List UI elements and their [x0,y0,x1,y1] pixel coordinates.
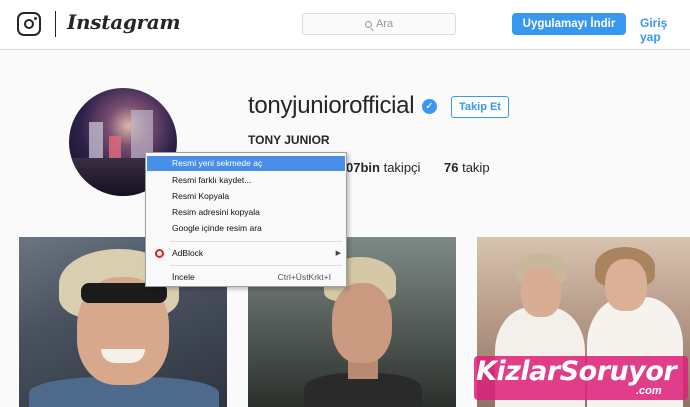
watermark-part: Kizlar [476,356,560,387]
login-link[interactable]: Giriş yap [640,16,690,44]
inspect-shortcut: Ctrl+ÜstKrkt+I [277,272,331,282]
download-app-button[interactable]: Uygulamayı İndir [512,13,626,35]
menu-item-copy-image[interactable]: Resmi Kopyala [147,189,345,204]
menu-item-adblock[interactable]: AdBlock ▶ [147,246,345,261]
header-divider [55,11,56,37]
top-navigation-bar: Instagram Ara Uygulamayı İndir Giriş yap [0,0,690,50]
followers-label: takipçi [383,160,421,175]
menu-separator [170,241,342,242]
follow-button[interactable]: Takip Et [451,96,509,118]
chevron-right-icon: ▶ [335,250,341,257]
watermark-domain: .com [636,385,662,397]
profile-full-name: TONY JUNIOR [248,133,330,147]
menu-item-save-image-as[interactable]: Resmi farklı kaydet... [147,173,345,188]
menu-item-copy-image-address[interactable]: Resim adresini kopyala [147,205,345,220]
menu-item-open-image-new-tab[interactable]: Resmi yeni sekmede aç [147,156,345,171]
watermark-part: S [559,356,579,387]
instagram-wordmark[interactable]: Instagram [67,10,181,34]
context-menu: Resmi yeni sekmede aç Resmi farklı kayde… [145,152,347,287]
camera-flash-dot [33,16,37,20]
search-placeholder: Ara [375,18,394,30]
camera-lens [23,18,34,29]
search-icon [364,21,372,28]
followers-count: 07bin [346,160,380,175]
photo-face [332,283,392,363]
inspect-label: İncele [172,272,195,282]
avatar-building [89,122,103,162]
following-stat[interactable]: 76 takip [444,160,490,175]
menu-item-google-image-search[interactable]: Google içinde resim ara [147,221,345,236]
photo-face [605,259,647,311]
following-label: takip [462,160,490,175]
adblock-label: AdBlock [172,248,204,258]
menu-separator [170,265,342,266]
watermark-part: oruyor [578,356,677,387]
opera-icon [155,249,164,258]
profile-username: tonyjuniorofficial [248,92,415,119]
menu-item-inspect[interactable]: İncele Ctrl+ÜstKrkt+I [147,270,345,285]
watermark-logo: KizlarSoruyor [476,356,677,387]
followers-stat[interactable]: 07bin takipçi [346,160,420,175]
instagram-camera-icon[interactable] [17,12,41,36]
verified-badge-icon: ✓ [422,99,437,114]
following-count: 76 [444,160,459,175]
search-input[interactable]: Ara [302,13,456,35]
photo-face [521,267,561,317]
